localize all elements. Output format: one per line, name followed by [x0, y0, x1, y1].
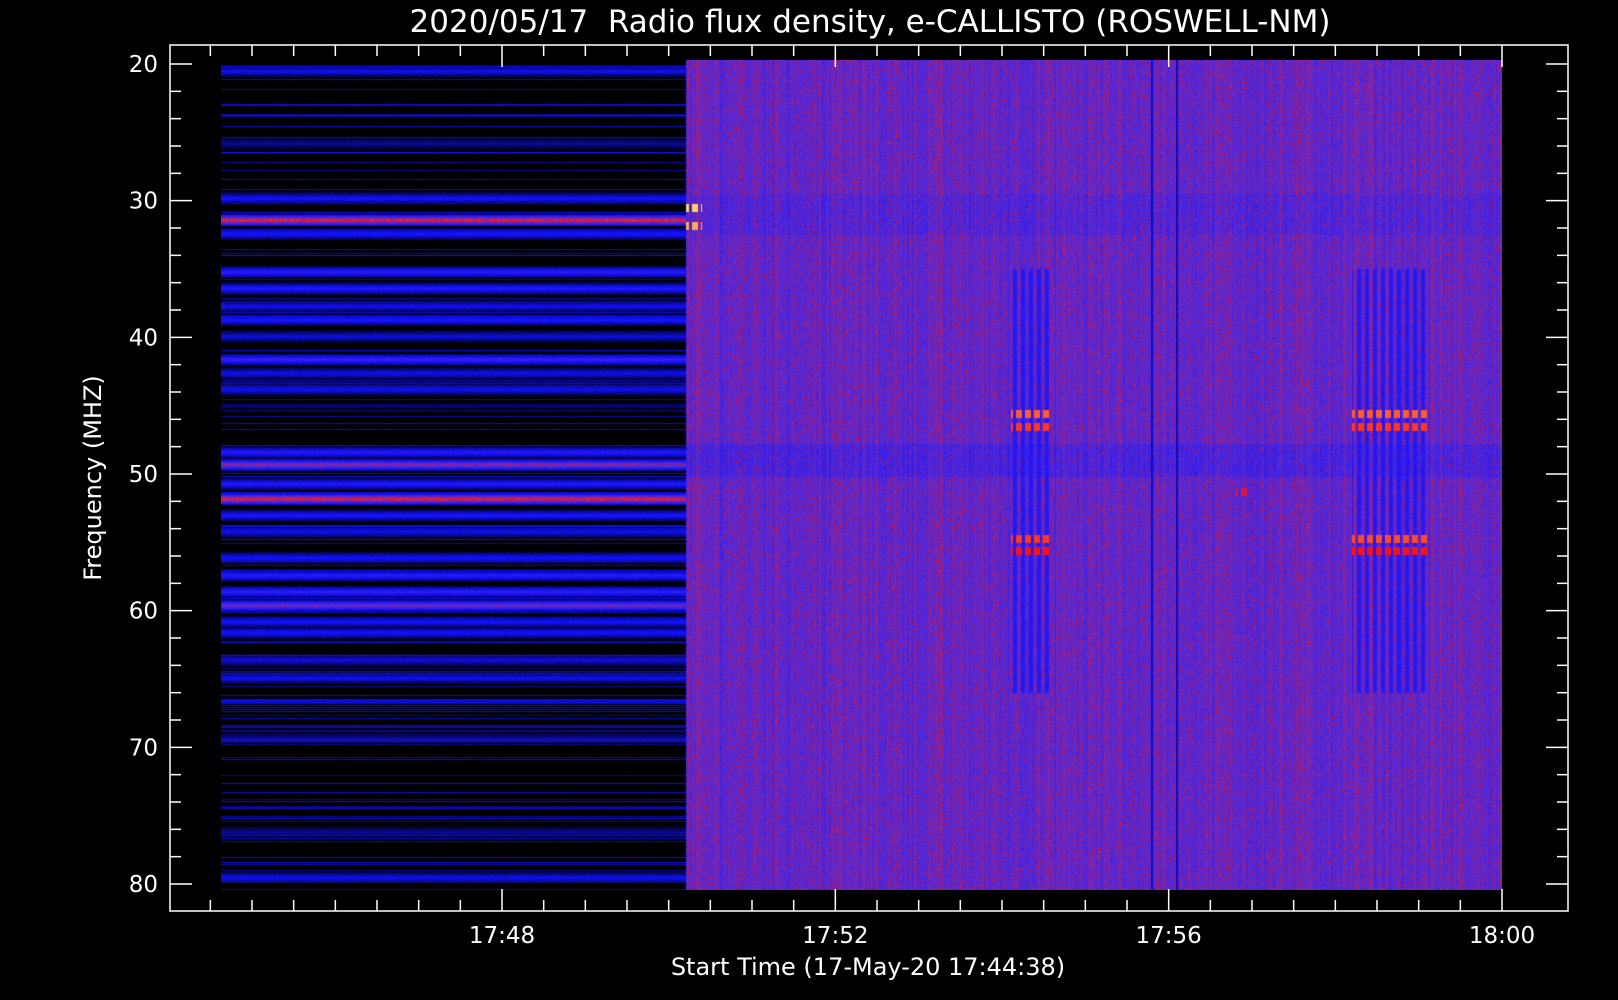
heatmap-image	[221, 60, 1502, 890]
y-tick-label: 70	[129, 735, 158, 761]
y-axis-title: Frequency (MHZ)	[79, 375, 107, 581]
x-tick-label: 17:48	[469, 923, 535, 949]
spectrogram-figure: 2020/05/17 Radio flux density, e-CALLIST…	[0, 0, 1618, 1000]
y-tick-label: 80	[129, 872, 158, 898]
spectrogram-heatmap	[221, 60, 1502, 890]
x-tick-label: 17:52	[802, 923, 868, 949]
y-tick-label: 20	[129, 52, 158, 78]
y-tick-label: 40	[129, 325, 158, 351]
x-axis-title: Start Time (17-May-20 17:44:38)	[671, 953, 1065, 981]
x-tick-label: 17:56	[1136, 923, 1202, 949]
y-tick-label: 60	[129, 599, 158, 625]
x-tick-label: 18:00	[1469, 923, 1535, 949]
y-tick-label: 50	[129, 462, 158, 488]
chart-title: 2020/05/17 Radio flux density, e-CALLIST…	[410, 4, 1331, 40]
y-tick-label: 30	[129, 189, 158, 215]
